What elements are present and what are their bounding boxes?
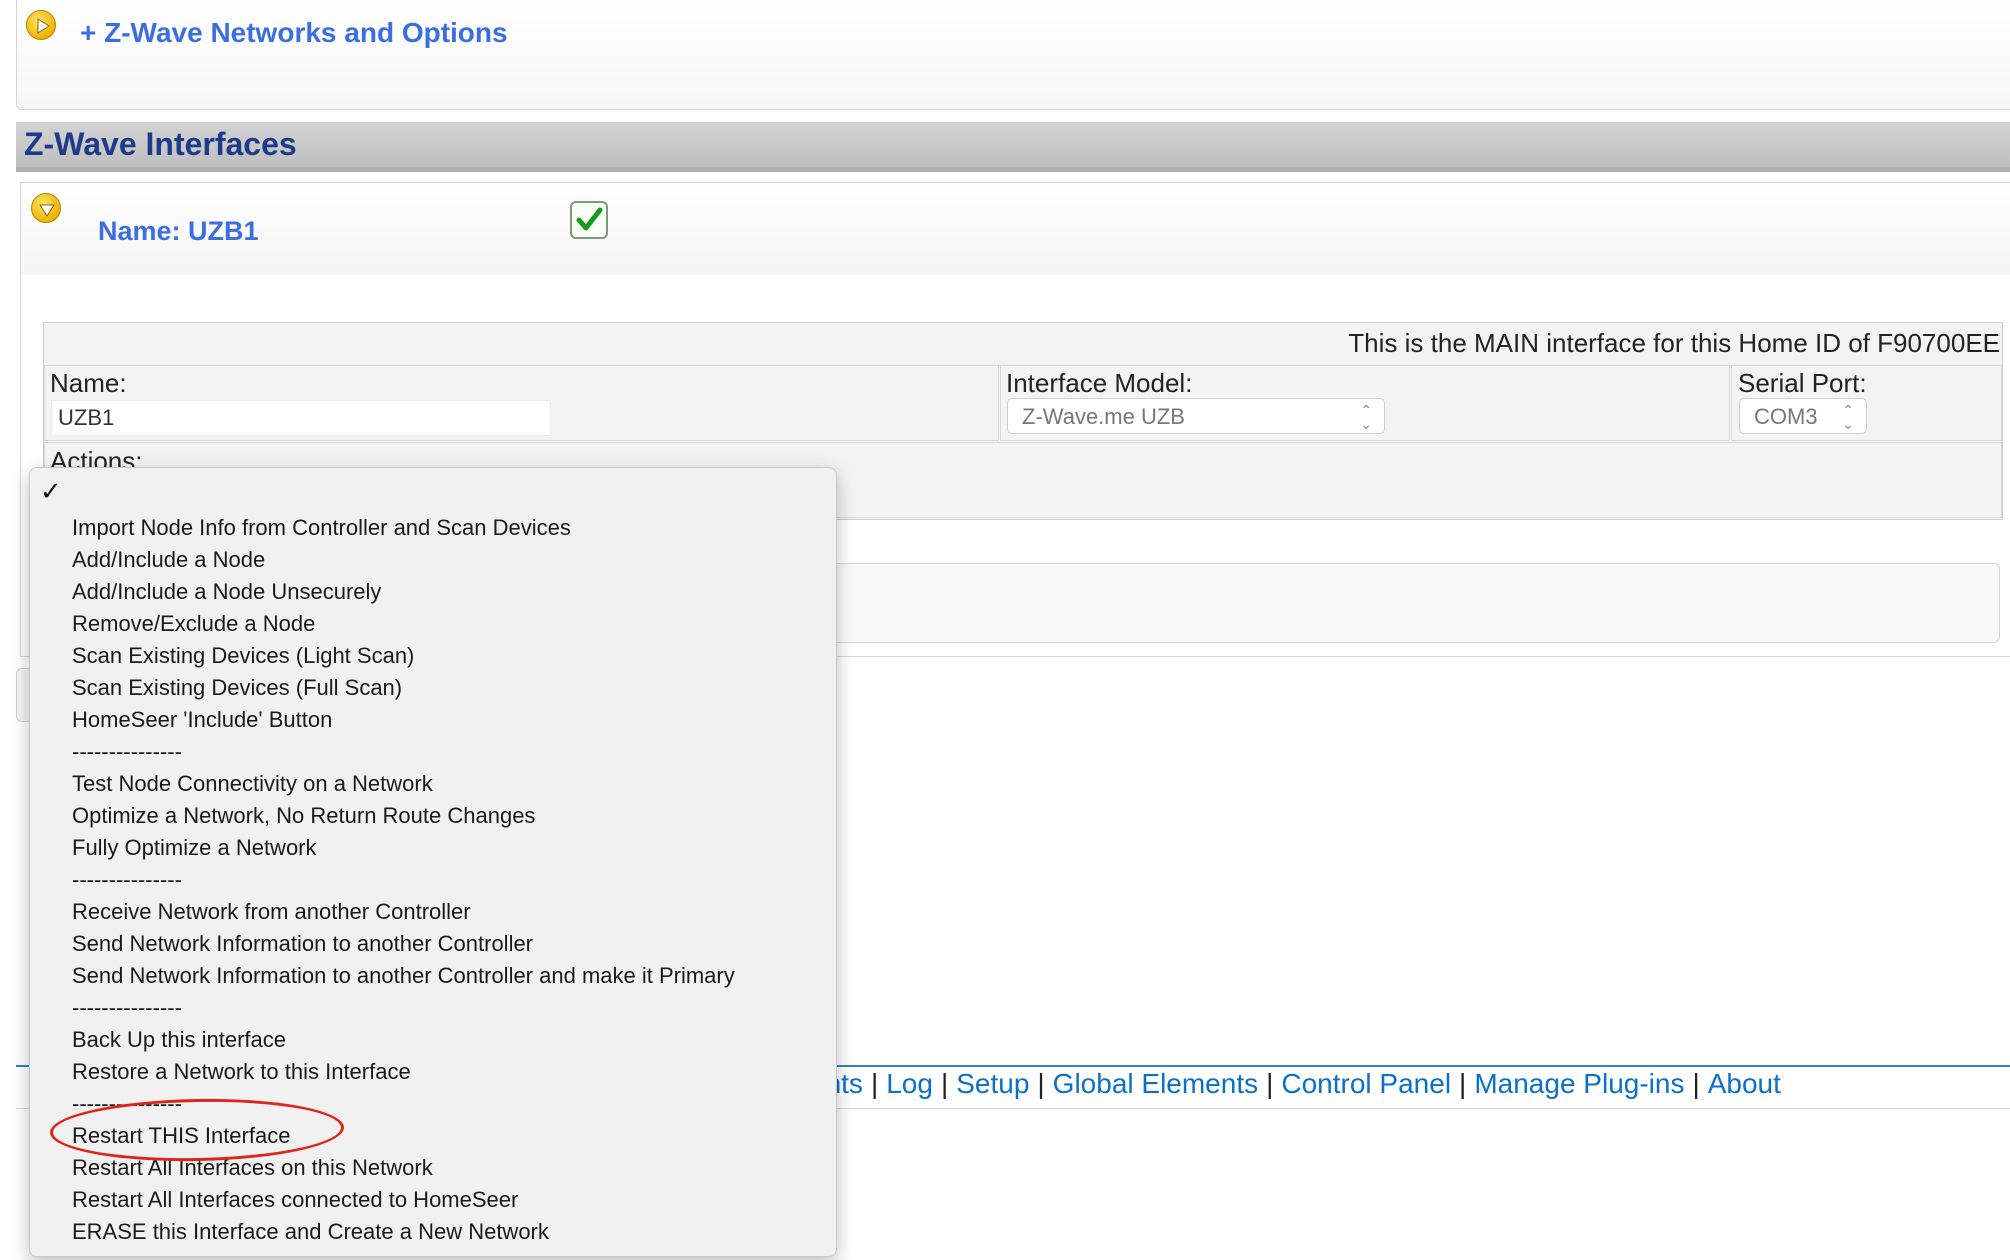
- nav-separator: |: [1692, 1068, 1700, 1099]
- menu-item-add-node-unsecurely[interactable]: Add/Include a Node Unsecurely: [72, 576, 735, 608]
- interface-name-link[interactable]: Name: UZB1: [98, 216, 259, 247]
- menu-item-send-network-primary[interactable]: Send Network Information to another Cont…: [72, 960, 735, 992]
- section-header-bar: [16, 122, 2010, 172]
- menu-separator: ---------------: [72, 995, 182, 1020]
- checkmark-icon: [576, 207, 603, 231]
- section-title: Z-Wave Interfaces: [24, 126, 297, 162]
- port-label: Serial Port:: [1738, 368, 1867, 398]
- menu-separator: ---------------: [72, 867, 182, 892]
- menu-separator: ---------------: [72, 739, 182, 764]
- main-interface-notice: This is the MAIN interface for this Home…: [1348, 328, 2000, 358]
- menu-item-receive-network[interactable]: Receive Network from another Controller: [72, 896, 735, 928]
- nav-separator: |: [1266, 1068, 1274, 1099]
- menu-item-import-node-info[interactable]: Import Node Info from Controller and Sca…: [72, 512, 735, 544]
- nav-separator: |: [1459, 1068, 1467, 1099]
- port-select-value: COM3: [1754, 404, 1818, 429]
- model-select-value: Z-Wave.me UZB: [1022, 404, 1185, 429]
- nav-separator: |: [870, 1068, 879, 1099]
- menu-item-restore-network[interactable]: Restore a Network to this Interface: [72, 1056, 735, 1088]
- menu-item-add-node[interactable]: Add/Include a Node: [72, 544, 735, 576]
- name-input[interactable]: [51, 400, 551, 436]
- model-select[interactable]: Z-Wave.me UZB ⌃ ⌄: [1007, 398, 1385, 434]
- nav-link-global-elements[interactable]: Global Elements: [1053, 1068, 1258, 1099]
- nav-link-setup[interactable]: Setup: [956, 1068, 1029, 1099]
- interface-header: [21, 183, 2010, 275]
- menu-item-send-network[interactable]: Send Network Information to another Cont…: [72, 928, 735, 960]
- model-label: Interface Model:: [1006, 368, 1193, 398]
- nav-link-control-panel[interactable]: Control Panel: [1281, 1068, 1451, 1099]
- nav-link-manage-plugins[interactable]: Manage Plug-ins: [1474, 1068, 1684, 1099]
- nav-separator: |: [940, 1068, 949, 1099]
- enabled-checkbox[interactable]: [570, 201, 608, 239]
- menu-item-full-scan[interactable]: Scan Existing Devices (Full Scan): [72, 672, 735, 704]
- menu-item-erase-interface[interactable]: ERASE this Interface and Create a New Ne…: [72, 1216, 735, 1248]
- menu-item-remove-node[interactable]: Remove/Exclude a Node: [72, 608, 735, 640]
- chevron-down-circle-icon[interactable]: [31, 193, 61, 223]
- nav-link-log[interactable]: Log: [886, 1068, 933, 1099]
- networks-panel-title-link[interactable]: + Z-Wave Networks and Options: [80, 17, 508, 49]
- name-label: Name:: [50, 368, 127, 398]
- menu-item-restart-all-interfaces[interactable]: Restart All Interfaces connected to Home…: [72, 1184, 735, 1216]
- menu-item-light-scan[interactable]: Scan Existing Devices (Light Scan): [72, 640, 735, 672]
- menu-item-include-button[interactable]: HomeSeer 'Include' Button: [72, 704, 735, 736]
- updown-arrows-icon: ⌃ ⌄: [1842, 402, 1854, 432]
- nav-separator: |: [1037, 1068, 1045, 1099]
- interface-detail-box: [660, 563, 2000, 643]
- menu-item-test-connectivity[interactable]: Test Node Connectivity on a Network: [72, 768, 735, 800]
- play-circle-icon[interactable]: [26, 10, 56, 40]
- menu-item-optimize-no-route-changes[interactable]: Optimize a Network, No Return Route Chan…: [72, 800, 735, 832]
- port-select[interactable]: COM3 ⌃ ⌄: [1739, 398, 1867, 434]
- menu-item-fully-optimize[interactable]: Fully Optimize a Network: [72, 832, 735, 864]
- nav-link-about[interactable]: About: [1708, 1068, 1781, 1099]
- footer-nav-links: ents|Log|Setup|Global Elements|Control P…: [810, 1068, 1781, 1100]
- menu-item-back-up-interface[interactable]: Back Up this interface: [72, 1024, 735, 1056]
- selected-check-icon: ✓: [40, 476, 62, 506]
- updown-arrows-icon: ⌃ ⌄: [1360, 402, 1372, 432]
